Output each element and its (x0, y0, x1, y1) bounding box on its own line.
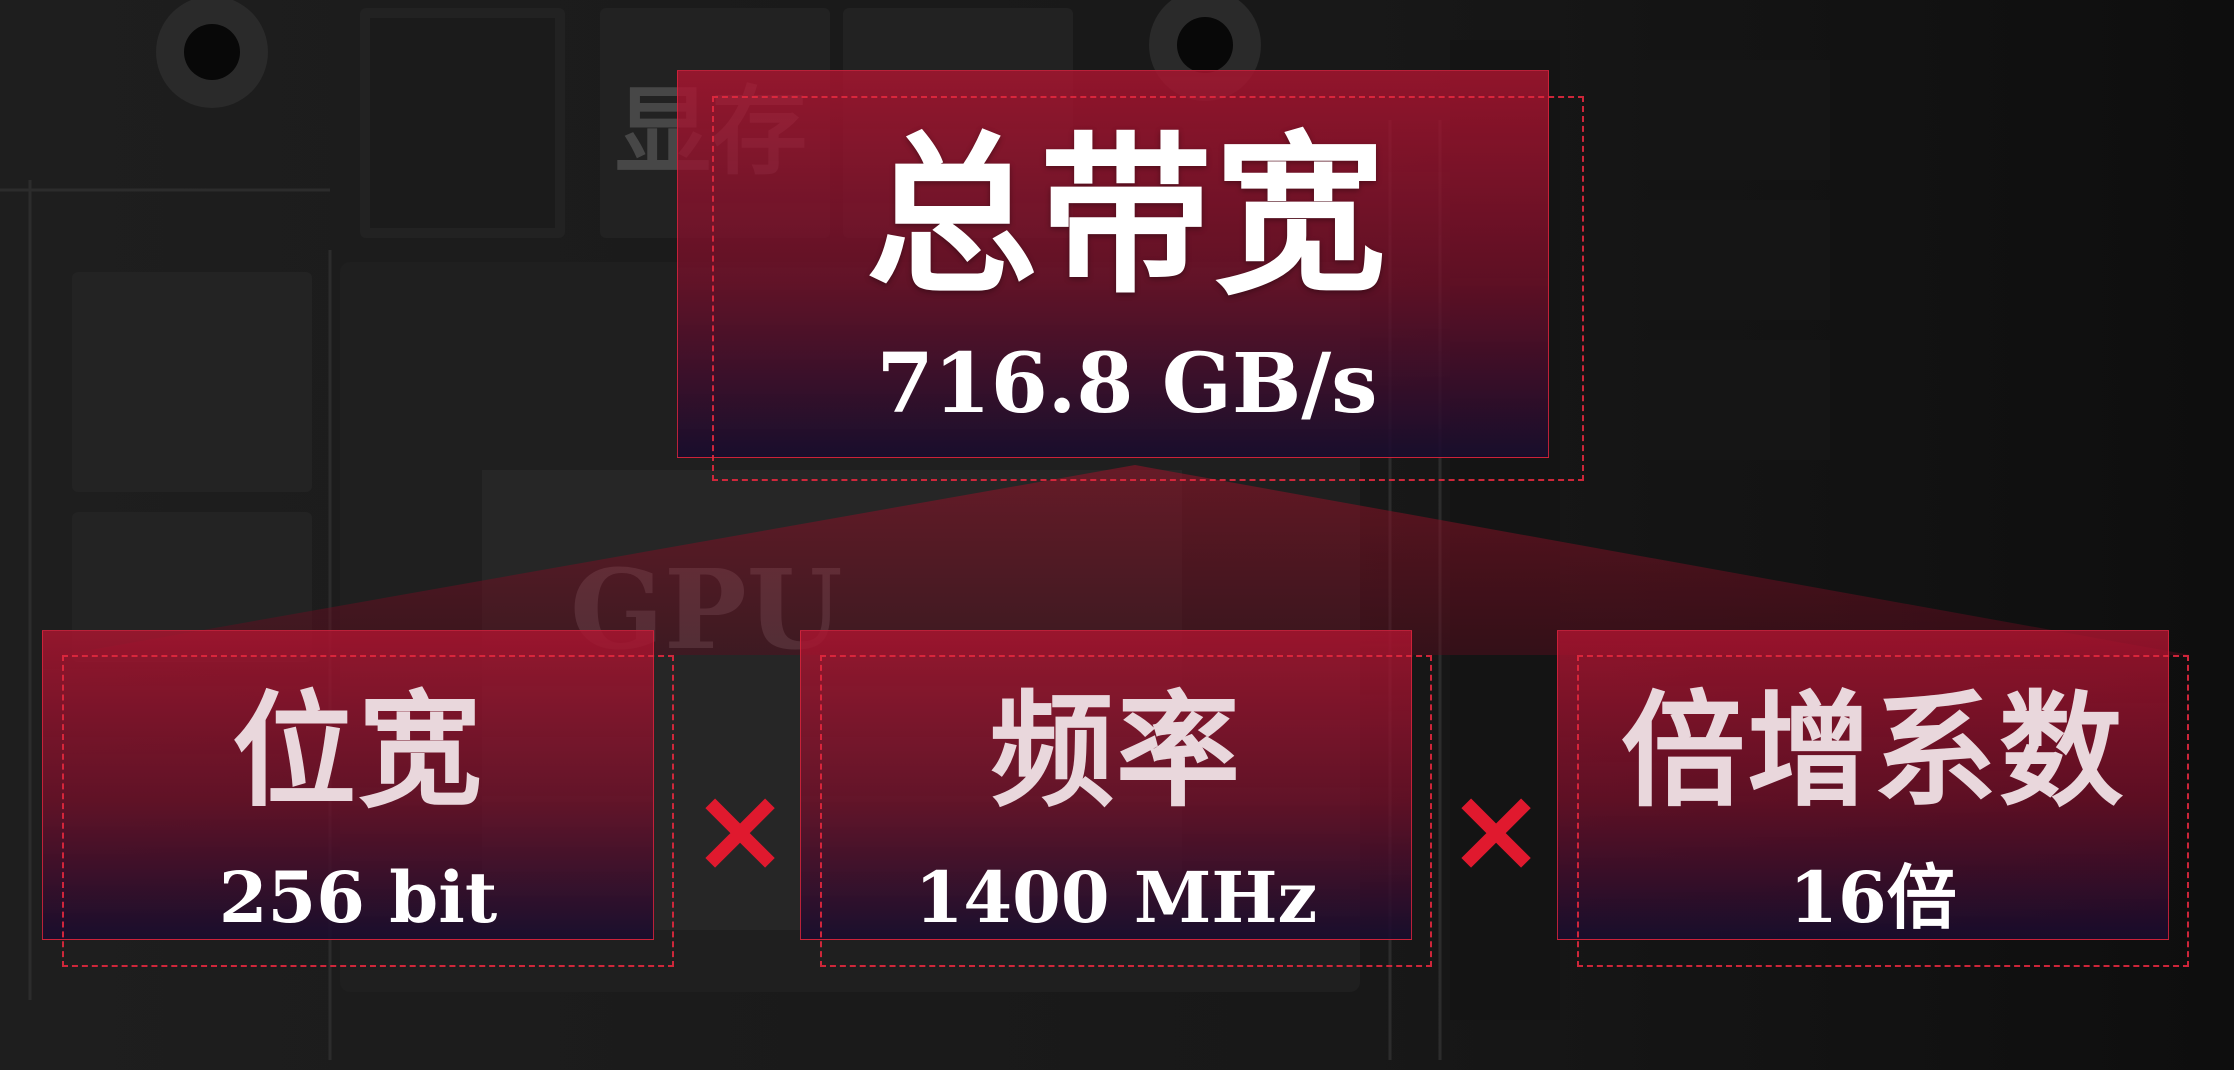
frequency-title: 频率 (989, 679, 1242, 824)
bus-width-value: 256 bit (218, 856, 498, 939)
bus-width-title: 位宽 (231, 679, 484, 824)
multiply-icon: × (690, 760, 790, 898)
multiplier-title: 倍增系数 (1620, 679, 2125, 824)
multiply-icon: × (1446, 760, 1546, 898)
memory-chip (72, 272, 312, 492)
total-bandwidth-title: 总带宽 (866, 114, 1388, 317)
total-bandwidth-value: 716.8 GB/s (876, 336, 1378, 432)
multiplier-value: 16倍 (1789, 856, 1957, 939)
frequency-value: 1400 MHz (914, 856, 1318, 939)
